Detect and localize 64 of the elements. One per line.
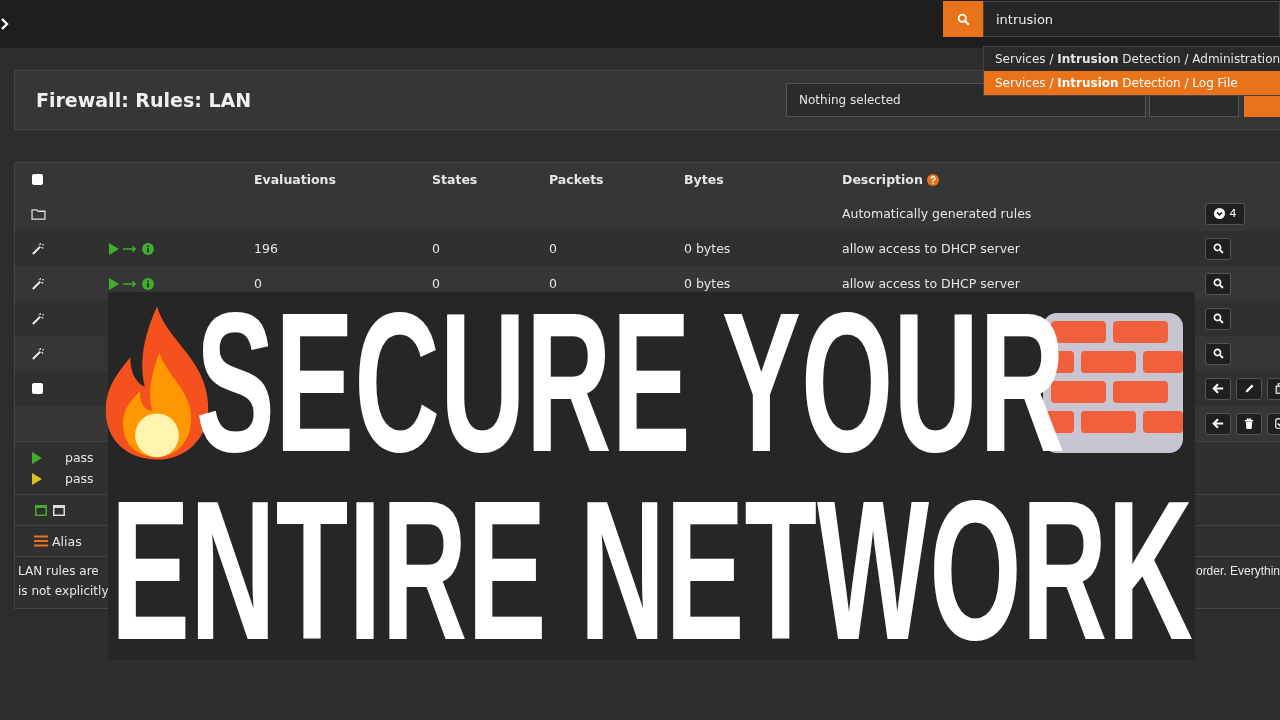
arrow-left-icon [1212, 383, 1224, 394]
table-cell: 0 bytes [684, 241, 731, 256]
chevron-down-icon [1213, 208, 1225, 219]
expand-button[interactable]: 4 [1205, 202, 1245, 225]
arrow-left-icon [1212, 418, 1224, 429]
list-icon [34, 535, 48, 547]
play-icon [109, 242, 119, 255]
info-icon [142, 242, 154, 255]
search-button[interactable] [943, 1, 983, 37]
checkbox[interactable] [32, 383, 43, 394]
table-cell: 196 [254, 241, 278, 256]
note-text: order. Everythin [1195, 564, 1280, 578]
search-icon [1212, 278, 1224, 289]
move-button[interactable] [1205, 412, 1231, 435]
inspect-button[interactable] [1205, 342, 1231, 365]
table-cell: 0 [549, 241, 557, 256]
legend-label: pass [65, 450, 94, 465]
table-cell: 0 [432, 276, 440, 291]
search-icon [956, 12, 970, 26]
rule-count: 4 [1229, 207, 1237, 220]
column-header: Description [842, 172, 939, 187]
column-header: Evaluations [254, 172, 336, 187]
folder-icon[interactable] [31, 207, 46, 220]
table-cell: 0 [254, 276, 262, 291]
column-header: Bytes [684, 172, 724, 187]
play-icon [109, 277, 119, 290]
search-icon [1212, 348, 1224, 359]
chevron-right-icon[interactable] [1, 18, 9, 30]
magic-wand-icon [31, 277, 44, 290]
info-icon [142, 277, 154, 290]
column-header: States [432, 172, 478, 187]
table-cell: 0 [549, 276, 557, 291]
legend-label: pass [65, 471, 94, 486]
note-text: LAN rules are [18, 564, 100, 578]
table-cell: 0 bytes [684, 276, 731, 291]
table-cell: 0 [432, 241, 440, 256]
calendar-icon [52, 503, 66, 517]
magic-wand-icon [31, 242, 44, 255]
page-title: Firewall: Rules: LAN [36, 89, 253, 111]
arrow-right-icon [123, 279, 138, 288]
table-cell: allow access to DHCP server [842, 241, 1020, 256]
checkbox[interactable] [32, 174, 43, 185]
edit-button[interactable] [1236, 377, 1262, 400]
search-result[interactable]: Services / Intrusion Detection / Administration [984, 47, 1280, 71]
help-icon[interactable] [926, 173, 939, 186]
calendar-icon [34, 503, 48, 517]
search-field[interactable]: intrusion [983, 1, 1280, 37]
trash-icon [1244, 417, 1254, 430]
magic-wand-icon [31, 347, 44, 360]
inspect-button[interactable] [1205, 307, 1231, 330]
note-text: is not explicitly [18, 584, 109, 598]
table-cell: Automatically generated rules [842, 206, 1032, 221]
inspect-button[interactable] [1205, 272, 1231, 295]
move-button[interactable] [1205, 377, 1231, 400]
arrow-right-icon [123, 244, 138, 253]
inspect-button[interactable] [1205, 237, 1231, 260]
alias-label[interactable]: Alias [52, 533, 82, 549]
headline-text: ENTIRE NETWORK [110, 482, 1193, 660]
search-icon [1212, 313, 1224, 324]
magic-wand-icon [31, 312, 44, 325]
pencil-icon [1243, 383, 1255, 394]
column-header: Packets [549, 172, 604, 187]
search-icon [1212, 243, 1224, 254]
delete-button[interactable] [1236, 412, 1262, 435]
